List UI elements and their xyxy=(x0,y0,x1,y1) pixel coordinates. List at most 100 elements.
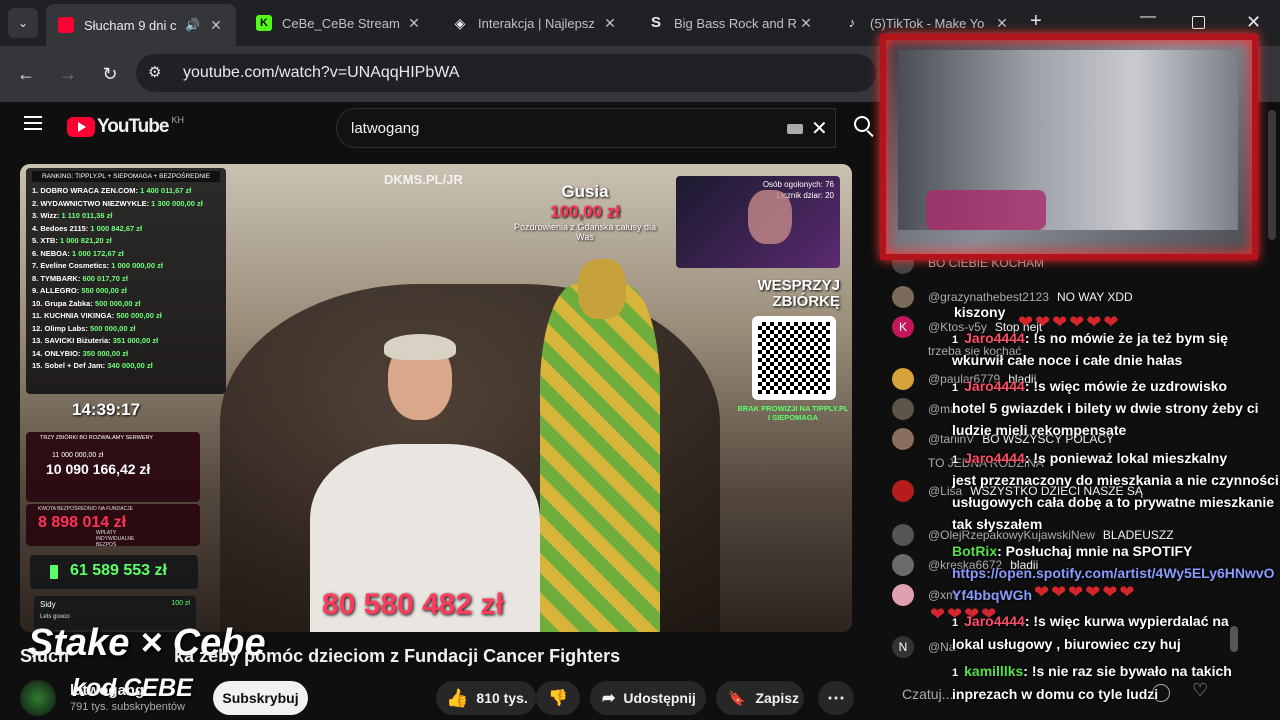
tab-search-button[interactable]: ⌄ xyxy=(8,8,38,38)
minimize-button[interactable]: — xyxy=(1140,8,1156,26)
fund-caption: TRZY ZBIÓRKI BO ROZWALAMY SERWERY xyxy=(40,435,154,441)
menu-icon[interactable] xyxy=(24,116,42,130)
tab[interactable]: S Big Bass Rock and R ✕ xyxy=(636,6,826,40)
chat-text: BLADEUSZZ xyxy=(1102,528,1174,542)
clear-search-icon[interactable]: ✕ xyxy=(811,116,828,141)
avatar[interactable] xyxy=(892,286,914,308)
tab-title: Interakcja | Najlepsz xyxy=(478,15,595,31)
fund-b-sub: WPŁATY INDYWIDUALNE BEZPOŚ xyxy=(96,530,135,548)
speaker-icon[interactable]: 🔊 xyxy=(185,18,200,32)
overlay-chat-line: tak słyszałem xyxy=(952,516,1042,532)
watermark: DKMS.PL/JR xyxy=(384,172,463,187)
overlay-chat-author: Jaro4444 xyxy=(964,450,1025,466)
close-icon[interactable]: ✕ xyxy=(798,15,814,32)
avatar[interactable]: K xyxy=(892,316,914,338)
subscribe-button[interactable]: Subskrybuj xyxy=(213,681,308,715)
stats-online: Osób ogolonych: 76 xyxy=(762,180,834,189)
omnibox[interactable]: ⚙ youtube.com/watch?v=UNAqqHIPbWA xyxy=(136,54,876,92)
overlay-chat-text: hotel 5 gwiazdek i bilety w dwie strony … xyxy=(952,400,1259,416)
overlay-chat-text: : !s więc kurwa wypierdalać na xyxy=(1024,613,1229,629)
video-player[interactable]: RANKING: TIPPLY.PL + SIEPOMAGA + BEZPOŚR… xyxy=(20,164,852,632)
chat-scrollbar[interactable] xyxy=(1230,626,1238,652)
save-button[interactable]: 🔖 Zapisz xyxy=(716,681,804,715)
avatar[interactable] xyxy=(892,452,914,474)
avatar[interactable] xyxy=(892,584,914,606)
restore-button[interactable] xyxy=(1192,16,1205,29)
region-code: KH xyxy=(171,115,184,125)
close-icon[interactable]: ✕ xyxy=(994,15,1010,32)
fund-c-panel: 61 589 553 zł xyxy=(30,555,198,589)
chat-input-placeholder: Czatuj... xyxy=(902,686,954,702)
avatar[interactable] xyxy=(892,428,914,450)
webcam-overlay xyxy=(880,34,1258,260)
avatar[interactable] xyxy=(892,340,914,362)
chat-author[interactable]: @grazynathebest2123 xyxy=(928,290,1049,304)
bookmark-icon: 🔖 xyxy=(728,689,746,706)
channel-avatar[interactable] xyxy=(20,680,56,716)
overlay-chat-author: Jaro4444 xyxy=(964,330,1025,346)
overlay-chat-text: wkurwił całe noce i całe dnie hałas xyxy=(952,352,1183,368)
close-window-button[interactable]: ✕ xyxy=(1246,12,1261,33)
avatar[interactable] xyxy=(892,524,914,546)
forward-button[interactable]: → xyxy=(54,60,82,88)
fund-direct-panel: KWOTA BEZPOŚREDNIO NA FUNDACJE 8 898 014… xyxy=(26,504,200,548)
tab-title: Słucham 9 dni c xyxy=(84,17,177,33)
back-button[interactable]: ← xyxy=(12,60,40,88)
url-text[interactable]: youtube.com/watch?v=UNAqqHIPbWA xyxy=(183,64,459,82)
avatar[interactable] xyxy=(892,554,914,576)
kick-icon: K xyxy=(256,15,272,31)
ranking-item: 15. Sobel + Def Jam: 340 000,00 zł xyxy=(32,361,153,370)
ranking-item: 2. WYDAWNICTWO NIEZWYKLE: 1 300 000,00 z… xyxy=(32,198,203,208)
more-actions-button[interactable]: ⋯ xyxy=(818,681,854,715)
overlay-chat-line: usługowych cała dobę a to prywatne miesz… xyxy=(952,494,1274,510)
search-query[interactable]: latwogang xyxy=(351,120,419,137)
heart-icon[interactable]: ♡ xyxy=(1192,680,1208,701)
avatar[interactable] xyxy=(892,398,914,420)
donor-msg: Lets goooo xyxy=(40,614,70,620)
search-icon[interactable] xyxy=(854,116,874,138)
overlay-chat-author: BotRix xyxy=(952,543,998,559)
tab[interactable]: K CeBe_CeBe Stream ✕ xyxy=(244,6,434,40)
ranking-item: 4. Bedoes 2115: 1 000 842,67 zł xyxy=(32,223,143,233)
youtube-logo[interactable]: YouTube KH xyxy=(67,115,184,138)
like-button[interactable]: 👍 810 tys. xyxy=(436,681,536,715)
overlay-chat-author: kamilllks xyxy=(964,663,1024,679)
search-input[interactable]: latwogang ✕ xyxy=(336,108,836,148)
tab[interactable]: ◈ Interakcja | Najlepsz ✕ xyxy=(440,6,630,40)
qr-code[interactable] xyxy=(752,316,836,400)
hearts-row: ❤❤❤❤❤❤ xyxy=(1034,582,1137,602)
ranking-item: 12. Olimp Labs: 500 000,00 zł xyxy=(32,323,136,333)
close-icon[interactable]: ✕ xyxy=(406,15,422,32)
scene-harlequin xyxy=(540,284,660,632)
dislike-button[interactable]: 👎 xyxy=(536,681,580,715)
avatar[interactable]: N xyxy=(892,636,914,658)
scene-hair xyxy=(384,334,456,360)
like-count: 810 tys. xyxy=(476,690,528,706)
close-icon[interactable]: ✕ xyxy=(602,15,618,32)
badge-icon: 1 xyxy=(952,667,959,679)
ranking-title: RANKING: TIPPLY.PL + SIEPOMAGA + BEZPOŚR… xyxy=(32,171,220,182)
new-tab-button[interactable]: + xyxy=(1030,10,1042,33)
site-info-icon[interactable]: ⚙ xyxy=(148,63,161,81)
donation-name: Gusia xyxy=(561,182,609,201)
ranking-item: 10. Grupa Żabka: 500 000,00 zł xyxy=(32,298,141,308)
keyboard-icon[interactable] xyxy=(787,124,803,134)
youtube-wordmark: YouTube xyxy=(97,116,169,137)
overlay-chat-text: : !s ponieważ lokal mieszkalny xyxy=(1024,450,1228,466)
avatar[interactable] xyxy=(892,368,914,390)
tiktok-icon: ♪ xyxy=(848,15,856,30)
youtube-icon xyxy=(58,17,74,33)
avatar[interactable] xyxy=(892,480,914,502)
tab-active[interactable]: Słucham 9 dni c 🔊 ✕ xyxy=(46,4,236,46)
overlay-chat-author: Jaro4444 xyxy=(964,378,1025,394)
page-scrollbar[interactable] xyxy=(1268,110,1276,240)
ranking-item: 6. NEBOA: 1 000 172,67 zł xyxy=(32,248,124,258)
scene-mask xyxy=(578,259,626,319)
reload-button[interactable]: ↻ xyxy=(96,60,124,88)
ranking-item: 9. ALLEGRO: 550 000,00 zł xyxy=(32,286,127,295)
share-button[interactable]: ➦ Udostępnij xyxy=(590,681,706,715)
fund-c-amount: 61 589 553 zł xyxy=(70,562,167,579)
overlay-chat-text: jest przeznaczony do mieszkania a nie cz… xyxy=(952,472,1279,488)
channel-name[interactable]: latwogang xyxy=(70,682,144,699)
close-icon[interactable]: ✕ xyxy=(208,17,224,34)
